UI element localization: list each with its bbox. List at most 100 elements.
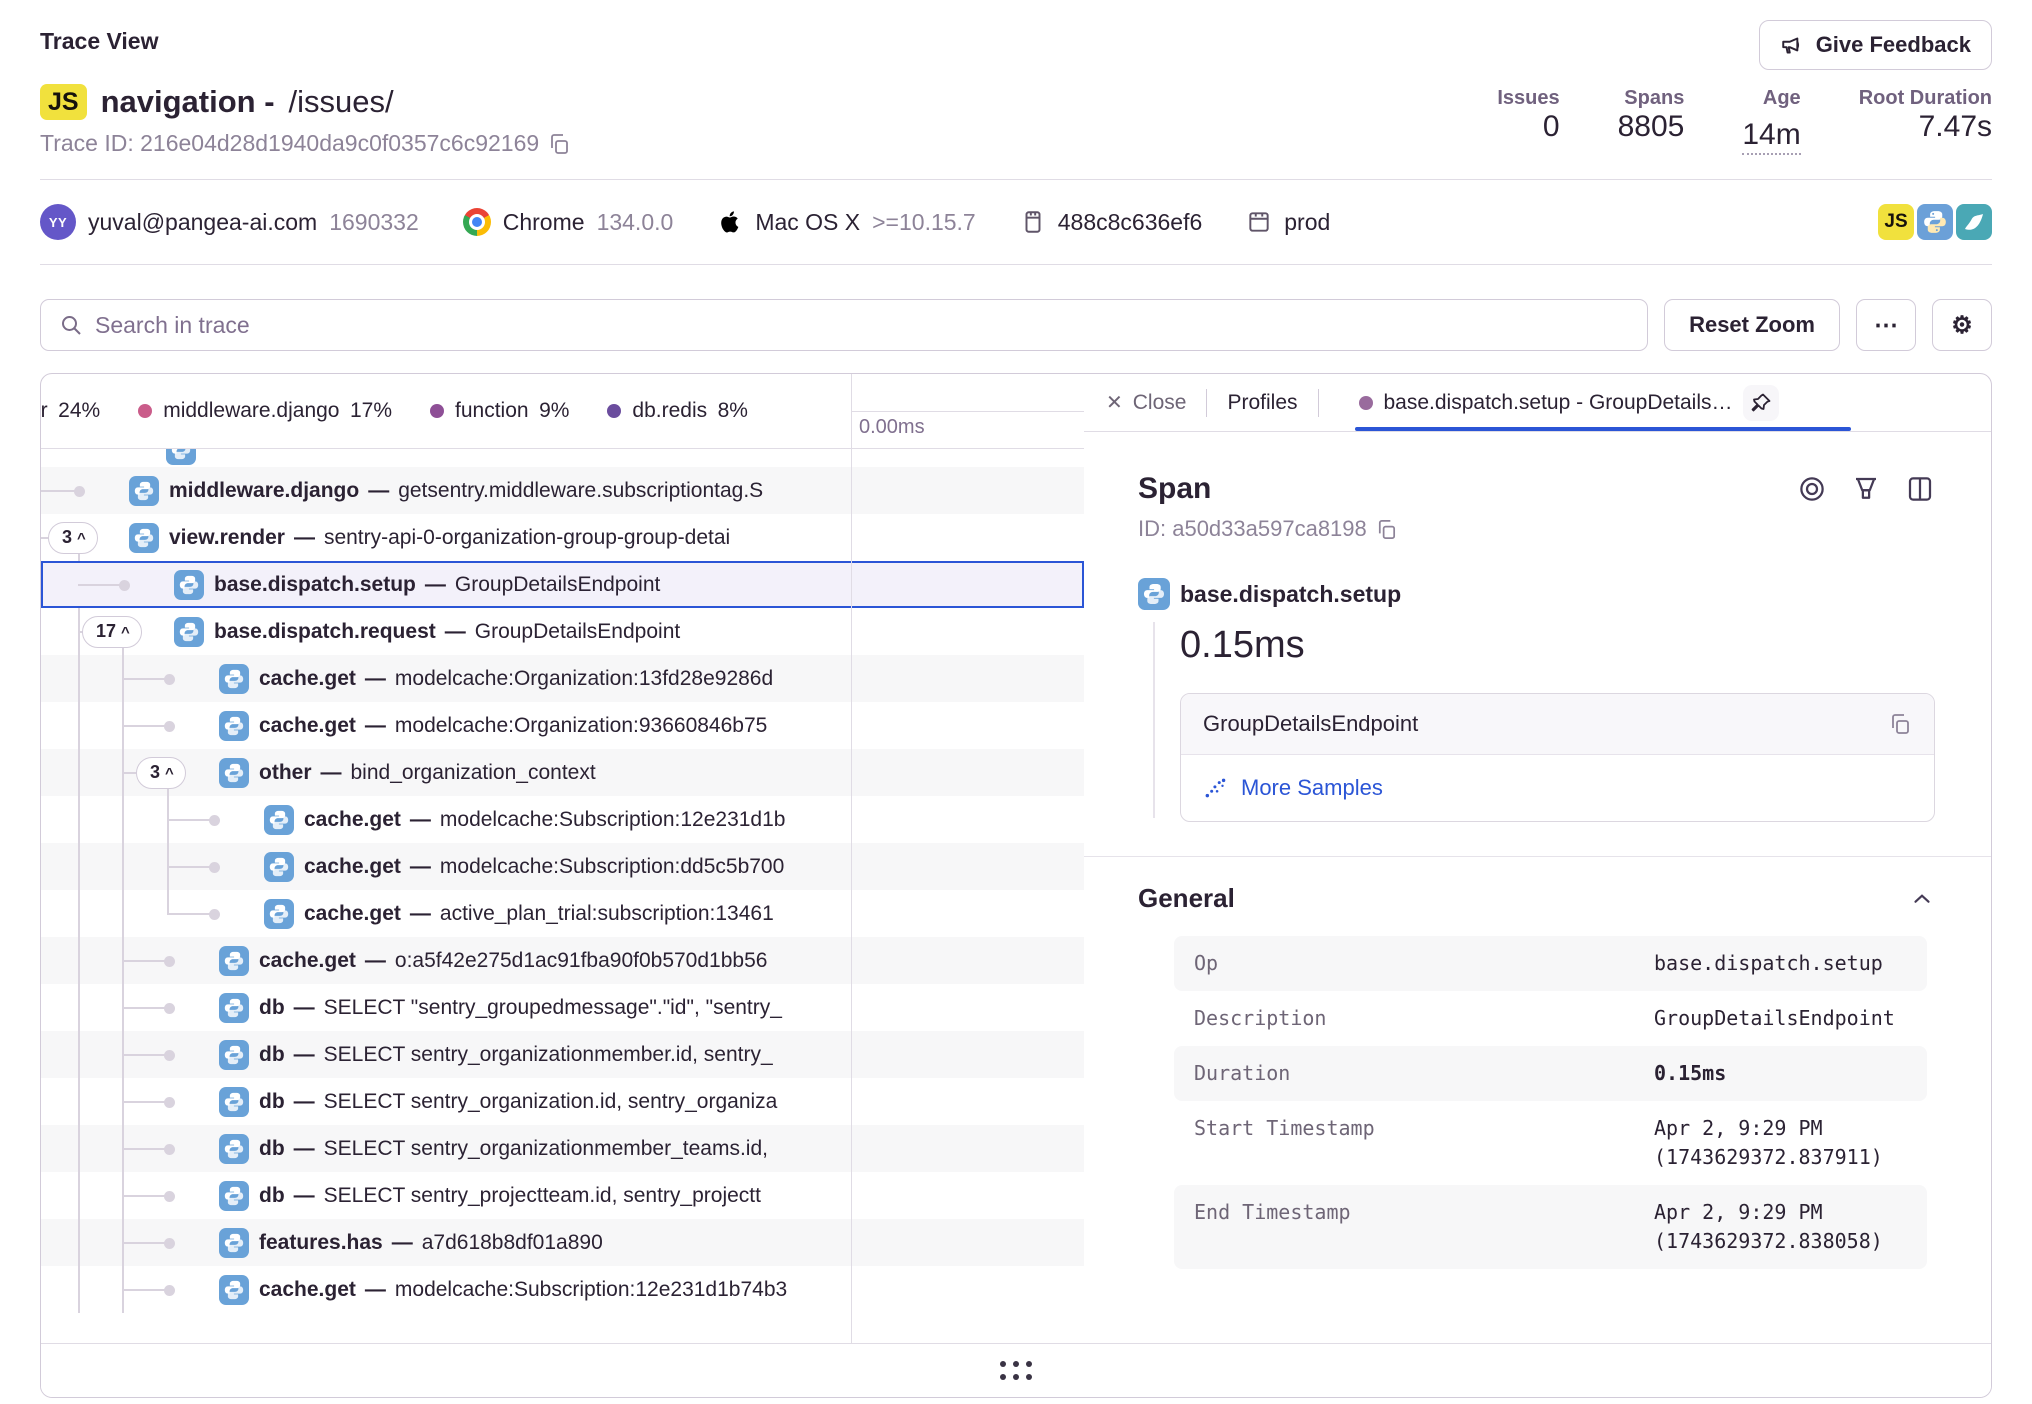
stat-spans: Spans8805 [1618,87,1685,155]
general-value: Apr 2, 9:29 PM(1743629372.838058) [1654,1198,1883,1256]
general-row-start-timestamp: Start TimestampApr 2, 9:29 PM(1743629372… [1174,1101,1927,1185]
column-resize-divider[interactable] [851,374,852,1343]
span-row-label: base.dispatch.request—GroupDetailsEndpoi… [214,608,680,655]
stat-issues: Issues0 [1497,87,1559,155]
general-row-duration: Duration0.15ms [1174,1046,1927,1101]
general-heading: General [1138,883,1235,914]
close-tab-button[interactable]: ✕ Close [1106,390,1186,415]
span-tree-row[interactable]: 3^ view.render—sentry-api-0-organization… [41,514,1084,561]
span-tree-row[interactable]: cache.get—modelcache:Organization:936608… [41,702,1084,749]
span-tree-row[interactable]: 17^ base.dispatch.request—GroupDetailsEn… [41,608,1084,655]
trace-title-path: /issues/ [289,84,394,120]
python-icon [219,664,249,694]
python-icon [219,1040,249,1070]
settings-button[interactable]: ⚙ [1932,299,1992,351]
python-icon [264,805,294,835]
collapse-count-badge[interactable]: 3^ [48,522,98,554]
more-options-button[interactable]: ⋯ [1856,299,1916,351]
legend-item[interactable]: middleware.django 17% [138,399,392,423]
span-tree-row[interactable]: db—SELECT sentry_projectteam.id, sentry_… [41,1172,1084,1219]
focus-span-icon[interactable] [1797,474,1827,504]
split-view-icon[interactable] [1905,474,1935,504]
python-icon [264,899,294,929]
search-input[interactable] [95,312,1629,339]
tree-connector-dot [164,1003,175,1014]
copy-icon[interactable] [1375,518,1398,541]
python-icon [219,1181,249,1211]
span-tree-row[interactable]: middleware.django—getsentry.middleware.s… [41,467,1084,514]
span-tree-row[interactable]: cache.get—modelcache:Subscription:12e231… [41,1266,1084,1313]
tree-header: or 24% middleware.django 17% function 9% db… [41,374,1084,449]
tree-connector-dot [209,909,220,920]
span-tree-row[interactable]: 3^ other—bind_organization_context [41,749,1084,796]
python-icon [174,617,204,647]
python-icon [129,476,159,506]
python-icon [219,1087,249,1117]
more-samples-link[interactable]: More Samples [1241,775,1383,801]
tab-separator [1318,389,1319,417]
avatar: YY [40,204,76,240]
python-icon [219,993,249,1023]
tab-profiles[interactable]: Profiles [1227,391,1297,415]
copy-icon[interactable] [547,132,571,156]
environment-icon [1246,209,1272,235]
span-tree-row[interactable]: db—SELECT sentry_organizationmember.id, … [41,1031,1084,1078]
active-tab-underline [1355,427,1851,431]
collapse-count-badge[interactable]: 3^ [136,757,186,789]
pin-tab-button[interactable] [1743,385,1779,421]
trace-id: Trace ID: 216e04d28d1940da9c0f0357c6c921… [40,130,571,157]
megaphone-icon [1780,32,1806,58]
environment-value: prod [1284,209,1330,236]
span-detail-panel: ✕ Close Profiles base.dispatch.setup - G… [1084,374,1991,1343]
general-key: Op [1194,949,1654,978]
span-tree-row[interactable] [41,449,1084,467]
legend-item[interactable]: db.redis 8% [607,399,748,423]
span-tree-row[interactable]: db—SELECT sentry_organization.id, sentry… [41,1078,1084,1125]
span-tree-row[interactable]: cache.get—o:a5f42e275d1ac91fba90f0b570d1… [41,937,1084,984]
trace-title-block: JS navigation - /issues/ Trace ID: 216e0… [40,84,571,157]
span-row-label: view.render—sentry-api-0-organization-gr… [169,514,730,561]
span-tree-row[interactable]: db—SELECT sentry_organizationmember_team… [41,1125,1084,1172]
general-key: Description [1194,1004,1654,1033]
tree-connector [167,866,214,868]
tree-connector [167,819,214,821]
span-tree-row[interactable]: cache.get—modelcache:Organization:13fd28… [41,655,1084,702]
tree-connector [41,537,48,539]
copy-icon[interactable] [1888,712,1912,736]
span-tree-row[interactable]: features.has—a7d618b8df01a890 [41,1219,1084,1266]
span-row-label: db—SELECT sentry_projectteam.id, sentry_… [259,1172,761,1219]
span-tree-row[interactable]: base.dispatch.setup—GroupDetailsEndpoint [41,561,1084,608]
python-icon [219,758,249,788]
collapse-count-badge[interactable]: 17^ [82,616,142,648]
span-row-label: cache.get—modelcache:Organization:13fd28… [259,655,773,702]
platform-badge-icon [1956,204,1992,240]
python-icon [1138,578,1170,610]
legend-item[interactable]: function 9% [430,399,569,423]
span-duration: 0.15ms [1180,624,1935,667]
general-rows: Opbase.dispatch.setupDescriptionGroupDet… [1174,936,1927,1269]
reset-zoom-button[interactable]: Reset Zoom [1664,299,1840,351]
tree-connector-dot [164,1238,175,1249]
user-meta: YY yuval@pangea-ai.com 1690332 [40,204,419,240]
general-row-op: Opbase.dispatch.setup [1174,936,1927,991]
resize-drag-handle[interactable] [1000,1361,1032,1380]
funnel-view-icon[interactable] [1851,474,1881,504]
python-icon [219,1228,249,1258]
collapse-chevron-icon[interactable] [1909,886,1935,912]
general-value: 0.15ms [1654,1059,1726,1088]
python-icon [166,449,196,465]
give-feedback-button[interactable]: Give Feedback [1759,20,1992,70]
span-tree-row[interactable]: cache.get—active_plan_trial:subscription… [41,890,1084,937]
span-tree-row[interactable]: cache.get—modelcache:Subscription:12e231… [41,796,1084,843]
span-tree-row[interactable]: db—SELECT "sentry_groupedmessage"."id", … [41,984,1084,1031]
tree-connector [78,584,124,586]
timeline-header: 0.00ms [851,374,1084,448]
js-platform-badge: JS [40,84,87,120]
search-box[interactable] [40,299,1648,351]
tree-connector [122,960,169,962]
tree-connector [122,1195,169,1197]
tab-active-span[interactable]: base.dispatch.setup - GroupDetails… [1359,391,1733,415]
legend-item[interactable]: or 24% [41,399,100,423]
span-tree-row[interactable]: cache.get—modelcache:Subscription:dd5c5b… [41,843,1084,890]
span-heading: Span [1138,472,1211,506]
